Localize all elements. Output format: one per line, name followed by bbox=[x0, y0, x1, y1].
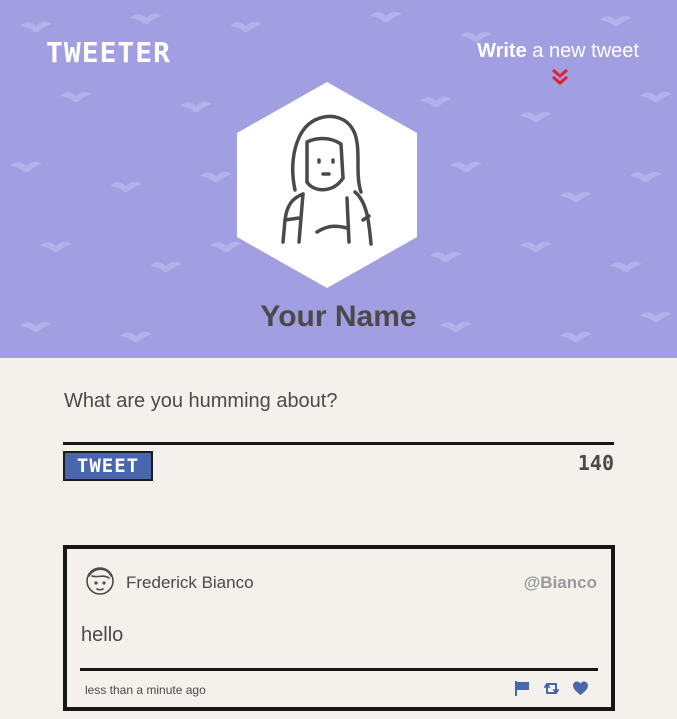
profile-header: TWEETER Write a new tweet Your Name bbox=[0, 0, 677, 358]
user-avatar-icon bbox=[86, 567, 114, 595]
tweet-actions bbox=[514, 680, 589, 697]
tweet-text: hello bbox=[81, 624, 124, 646]
tweet-author-name: Frederick Bianco bbox=[126, 573, 254, 592]
profile-avatar bbox=[237, 82, 417, 288]
retweet-icon[interactable] bbox=[543, 680, 560, 697]
app-logo[interactable]: TWEETER bbox=[46, 36, 171, 69]
tweet-author-handle: @Bianco bbox=[523, 573, 597, 592]
compose-input[interactable]: What are you humming about? bbox=[64, 390, 338, 413]
tweet-button[interactable]: TWEET bbox=[63, 451, 153, 481]
compose-underline bbox=[63, 442, 614, 445]
tweet-timestamp: less than a minute ago bbox=[85, 683, 206, 697]
tweet-divider bbox=[80, 668, 598, 671]
write-label-rest: a new tweet bbox=[526, 40, 639, 62]
tweet-card: Frederick Bianco @Bianco hello less than… bbox=[63, 545, 615, 711]
write-label-bold: Write bbox=[477, 40, 527, 62]
write-new-tweet-link[interactable]: Write a new tweet bbox=[477, 40, 639, 63]
flag-icon[interactable] bbox=[514, 680, 531, 697]
profile-name: Your Name bbox=[260, 300, 417, 333]
char-counter: 140 bbox=[577, 451, 614, 475]
double-chevron-down-icon[interactable] bbox=[551, 68, 569, 86]
heart-icon[interactable] bbox=[572, 680, 589, 697]
